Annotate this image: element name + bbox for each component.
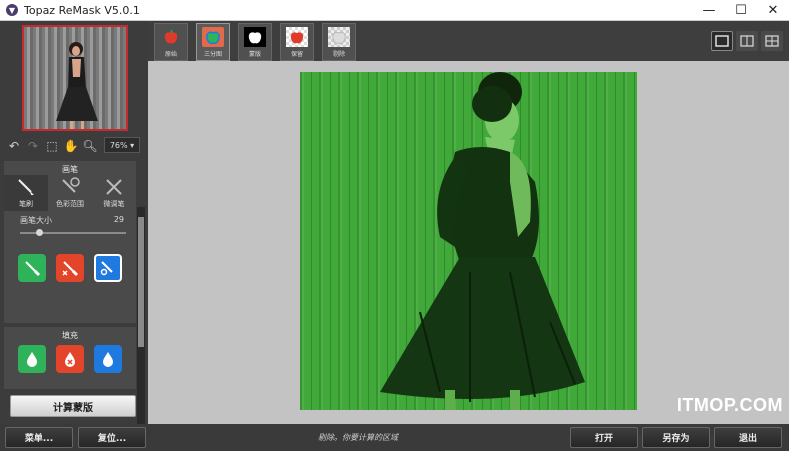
thumbnail-figure	[56, 42, 98, 129]
fill-section: 填充	[4, 327, 136, 389]
quad-view-button[interactable]	[761, 31, 783, 51]
zoom-icon[interactable]: 🔍︎	[82, 138, 98, 154]
masked-photo[interactable]	[300, 72, 637, 410]
tab-label: 剔除	[332, 51, 345, 58]
zoom-value: 76%	[109, 140, 128, 150]
apple-icon	[160, 27, 182, 47]
tab-original[interactable]: 原始	[154, 23, 188, 61]
drop-fill-icon	[65, 352, 75, 367]
mask-icon	[244, 27, 266, 47]
compute-brush-button[interactable]	[94, 254, 122, 282]
marquee-select-icon[interactable]: ⬚	[44, 138, 60, 154]
open-button[interactable]: 打开	[570, 427, 638, 448]
brush-size-value: 29	[113, 215, 124, 224]
brush-type-selector: 笔刷 色彩范围 微调笔	[4, 175, 136, 211]
brush-type-label: 微调笔	[103, 200, 125, 208]
left-panel-scrollbar[interactable]	[137, 207, 145, 441]
brush-section-title: 画笔	[62, 165, 78, 174]
tab-mask[interactable]: 蒙版	[238, 23, 272, 61]
bottom-bar: 菜单... 复位... 剔除。你要计算的区域 打开 另存为 退出	[0, 424, 789, 451]
topaz-logo-icon: ▼	[6, 4, 18, 16]
tab-cutout[interactable]: 剔除	[322, 23, 356, 61]
menu-button[interactable]: 菜单...	[5, 427, 73, 448]
keep-brush-icon	[25, 261, 41, 277]
fill-section-title: 填充	[62, 331, 78, 340]
title-bar: ▼ Topaz ReMask V5.0.1 — ☐ ✕	[0, 0, 789, 21]
brush-size-slider[interactable]	[20, 229, 126, 236]
tab-label: 保留	[290, 51, 303, 58]
keep-fill-icon	[27, 352, 37, 367]
scrollbar-thumb[interactable]	[138, 217, 144, 347]
compute-fill-button[interactable]	[94, 345, 122, 373]
keep-fill-button[interactable]	[18, 345, 46, 373]
compute-fill-icon	[103, 352, 113, 367]
left-panel: ↶ ↷ ⬚ ✋ 🔍︎ 76% ▾ 画笔 笔刷 色彩范围 微调笔 画笔大小 29 …	[0, 21, 148, 441]
tab-trimap[interactable]: 三分图	[196, 23, 230, 61]
single-view-icon	[715, 35, 729, 47]
undo-icon[interactable]: ↶	[6, 138, 22, 154]
tab-keep[interactable]: 保留	[280, 23, 314, 61]
split-view-button[interactable]	[736, 31, 758, 51]
single-view-button[interactable]	[711, 31, 733, 51]
zoom-dropdown[interactable]: 76% ▾	[104, 137, 140, 153]
tab-label: 蒙版	[248, 51, 261, 58]
compute-brush-icon	[100, 261, 113, 276]
tab-label: 原始	[164, 51, 177, 58]
exit-button[interactable]: 退出	[714, 427, 782, 448]
maximize-button[interactable]: ☐	[725, 0, 757, 21]
refine-icon	[106, 179, 122, 195]
hand-pan-icon[interactable]: ✋	[63, 138, 79, 154]
split-view-icon	[740, 35, 754, 47]
quad-view-icon	[765, 35, 779, 47]
compute-mask-button[interactable]: 计算蒙版	[10, 395, 136, 417]
drop-brush-button[interactable]	[56, 254, 84, 282]
save-as-button[interactable]: 另存为	[642, 427, 710, 448]
reset-button[interactable]: 复位...	[78, 427, 146, 448]
window-title: Topaz ReMask V5.0.1	[24, 3, 140, 17]
watermark: ITMOP.COM	[676, 395, 783, 415]
brush-icon	[18, 179, 34, 195]
redo-icon[interactable]: ↷	[25, 138, 41, 154]
cutout-icon	[328, 27, 350, 47]
drop-fill-button[interactable]	[56, 345, 84, 373]
navigator-thumbnail[interactable]	[22, 25, 128, 131]
tab-label: 三分图	[203, 51, 222, 58]
brush-type-brush[interactable]: 笔刷	[4, 175, 48, 211]
keep-brush-button[interactable]	[18, 254, 46, 282]
brush-type-color-range[interactable]: 色彩范围	[48, 175, 92, 211]
view-tab-bar: 原始 三分图 蒙版 保留 剔除	[148, 21, 789, 61]
photo-figure	[380, 72, 585, 410]
trimap-icon	[202, 27, 224, 47]
brush-type-refine[interactable]: 微调笔	[92, 175, 136, 211]
close-button[interactable]: ✕	[757, 0, 789, 21]
drop-brush-icon	[62, 261, 79, 277]
color-range-icon	[62, 177, 80, 193]
brush-section: 画笔 笔刷 色彩范围 微调笔 画笔大小 29	[4, 161, 136, 323]
brush-size-label: 画笔大小	[20, 216, 52, 225]
keep-icon	[286, 27, 308, 47]
brush-type-label: 笔刷	[19, 200, 33, 208]
status-text: 剔除。你要计算的区域	[318, 433, 398, 442]
image-canvas[interactable]: ITMOP.COM	[148, 61, 789, 424]
minimize-button[interactable]: —	[693, 0, 725, 21]
brush-type-label: 色彩范围	[56, 200, 84, 208]
